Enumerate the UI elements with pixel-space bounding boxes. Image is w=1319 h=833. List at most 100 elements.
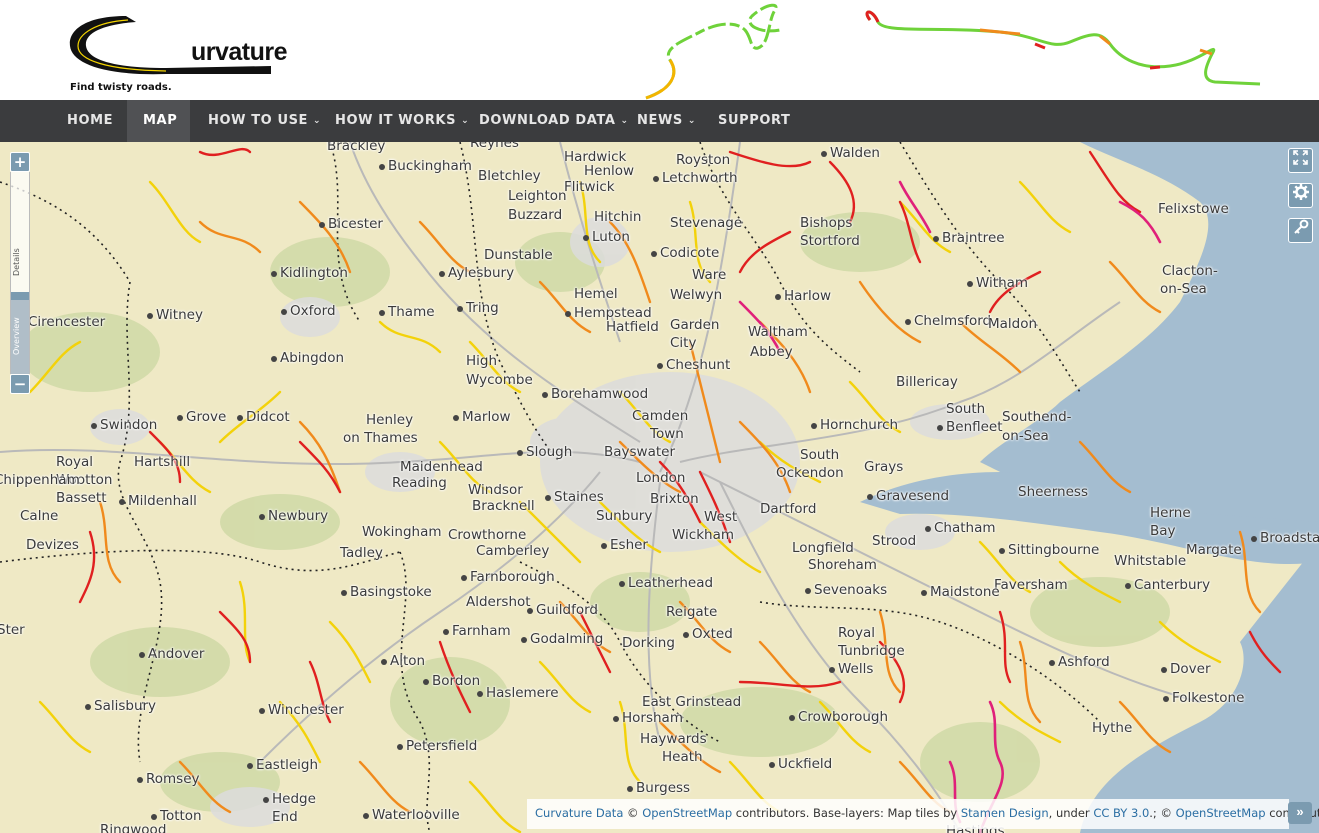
overview-zone[interactable]: Overview — [11, 300, 29, 374]
site-header: urvature Find twisty roads. — [0, 0, 1319, 100]
place-label: Andover — [138, 646, 205, 662]
place-label: Bay — [1150, 523, 1176, 539]
place-label: Oxford — [281, 303, 336, 319]
place-label: Bracknell — [472, 498, 535, 514]
place-label: Southend- — [1002, 409, 1072, 425]
place-label: Grays — [864, 459, 904, 475]
place-label: Letchworth — [653, 170, 738, 186]
place-label: Waltham — [748, 324, 808, 340]
place-label: London — [636, 470, 686, 486]
place-label: Stevenage — [670, 215, 743, 231]
nav-download-data-label: DOWNLOAD DATA — [479, 113, 616, 128]
place-label: Abingdon — [270, 350, 345, 366]
attribution-toggle-button[interactable]: » — [1288, 802, 1312, 824]
place-label: Tadley — [340, 545, 383, 561]
osm-link-2[interactable]: OpenStreetMap — [1176, 806, 1266, 820]
place-label: Broadstairs — [1251, 531, 1319, 546]
nav-download-data[interactable]: DOWNLOAD DATA ⌄ — [463, 100, 645, 142]
place-label: Harlow — [774, 288, 832, 304]
osm-link[interactable]: OpenStreetMap — [642, 806, 732, 820]
place-label: Henley — [366, 412, 414, 428]
place-label: Buckingham — [379, 158, 472, 174]
place-label: Luton — [583, 229, 630, 245]
place-label: Canterbury — [1124, 577, 1211, 593]
place-label: Shoreham — [808, 557, 877, 573]
place-label: Haslemere — [477, 685, 559, 701]
nav-map[interactable]: MAP — [127, 100, 190, 142]
place-label: Thame — [379, 304, 435, 320]
place-label: End — [272, 809, 298, 825]
curvature-data-link[interactable]: Curvature Data — [535, 806, 623, 820]
map-attribution: Curvature Data © OpenStreetMap contribut… — [527, 799, 1319, 829]
place-label: Calne — [20, 508, 59, 524]
place-label: Ware — [692, 267, 727, 283]
place-label: Aylesbury — [438, 265, 515, 281]
fullscreen-button[interactable] — [1288, 148, 1313, 173]
place-label: Town — [650, 426, 684, 442]
place-label: Camden — [632, 408, 689, 424]
place-label: Oxted — [683, 626, 733, 642]
place-label: City — [670, 335, 697, 351]
place-label: Slough — [516, 444, 573, 460]
copyright-symbol: © — [627, 806, 639, 820]
place-label: Margate — [1186, 542, 1242, 558]
nav-how-to-use[interactable]: HOW TO USE ⌄ — [192, 100, 337, 142]
place-label: Devizes — [26, 537, 79, 553]
zoom-slider-handle[interactable] — [11, 292, 29, 300]
key-icon — [1293, 219, 1308, 234]
place-label: Eastleigh — [246, 757, 319, 773]
place-label: Tunbridge — [838, 643, 905, 659]
cc-license-link[interactable]: CC BY 3.0 — [1093, 806, 1149, 820]
place-label: Uckfield — [768, 756, 833, 772]
place-label: Sunbury — [596, 508, 653, 524]
place-label: Hatfield — [606, 319, 659, 335]
place-label: Sittingbourne — [998, 542, 1100, 558]
stamen-link[interactable]: Stamen Design — [961, 806, 1049, 820]
place-label: Leatherhead — [618, 575, 714, 591]
place-label: Welwyn — [670, 287, 723, 303]
zoom-slider[interactable]: Details Overview — [10, 172, 30, 374]
place-label: Hitchin — [594, 209, 642, 225]
place-label: Reading — [392, 475, 447, 491]
place-label: Ashford — [1049, 654, 1110, 670]
place-label: Farnham — [443, 623, 511, 639]
nav-how-it-works[interactable]: HOW IT WORKS ⌄ — [319, 100, 485, 142]
place-label: Gravesend — [866, 488, 950, 504]
gear-icon — [1292, 184, 1309, 200]
key-button[interactable] — [1288, 218, 1313, 243]
place-label: Dorking — [622, 635, 675, 651]
place-label: Haywards — [640, 731, 707, 747]
place-label: Waterlooville — [363, 807, 460, 823]
place-label: Wells — [828, 661, 874, 677]
place-label: South — [946, 401, 986, 417]
place-label: Leighton — [508, 188, 567, 204]
place-label: Borehamwood — [541, 386, 649, 402]
place-label: Crowborough — [788, 709, 889, 725]
place-label: Braintree — [933, 230, 1005, 246]
place-label: Hedge — [263, 791, 316, 807]
settings-button[interactable] — [1288, 183, 1313, 208]
place-label: Chelmsford — [904, 313, 992, 329]
place-label: West — [704, 509, 738, 525]
place-label: Witham — [966, 275, 1029, 291]
place-label: Salisbury — [84, 698, 157, 714]
place-label: Basingstoke — [341, 584, 432, 600]
curvature-logo[interactable]: urvature Find twisty roads. — [66, 8, 288, 98]
nav-support-label: SUPPORT — [718, 113, 791, 128]
nav-how-it-works-label: HOW IT WORKS — [335, 113, 457, 128]
attribution-text: .; © — [1149, 806, 1172, 820]
main-navbar: HOME MAP HOW TO USE ⌄ HOW IT WORKS ⌄ DOWNL… — [0, 100, 1319, 142]
place-label: Crowthorne — [448, 527, 527, 543]
place-label: Petersfield — [396, 738, 478, 754]
nav-news[interactable]: NEWS ⌄ — [621, 100, 712, 142]
place-label: Whitstable — [1114, 553, 1187, 569]
place-label: Longfield — [792, 540, 854, 556]
zoom-in-button[interactable]: + — [10, 152, 30, 172]
map-canvas[interactable]: Brackley Reynes Hardwick Royston Walden … — [0, 142, 1319, 833]
nav-home[interactable]: HOME — [51, 100, 129, 142]
place-label: Winchester — [259, 702, 344, 718]
nav-support[interactable]: SUPPORT — [702, 100, 807, 142]
place-label: Esher — [601, 537, 648, 553]
place-label: Buzzard — [508, 207, 563, 223]
zoom-out-button[interactable]: − — [10, 374, 30, 394]
